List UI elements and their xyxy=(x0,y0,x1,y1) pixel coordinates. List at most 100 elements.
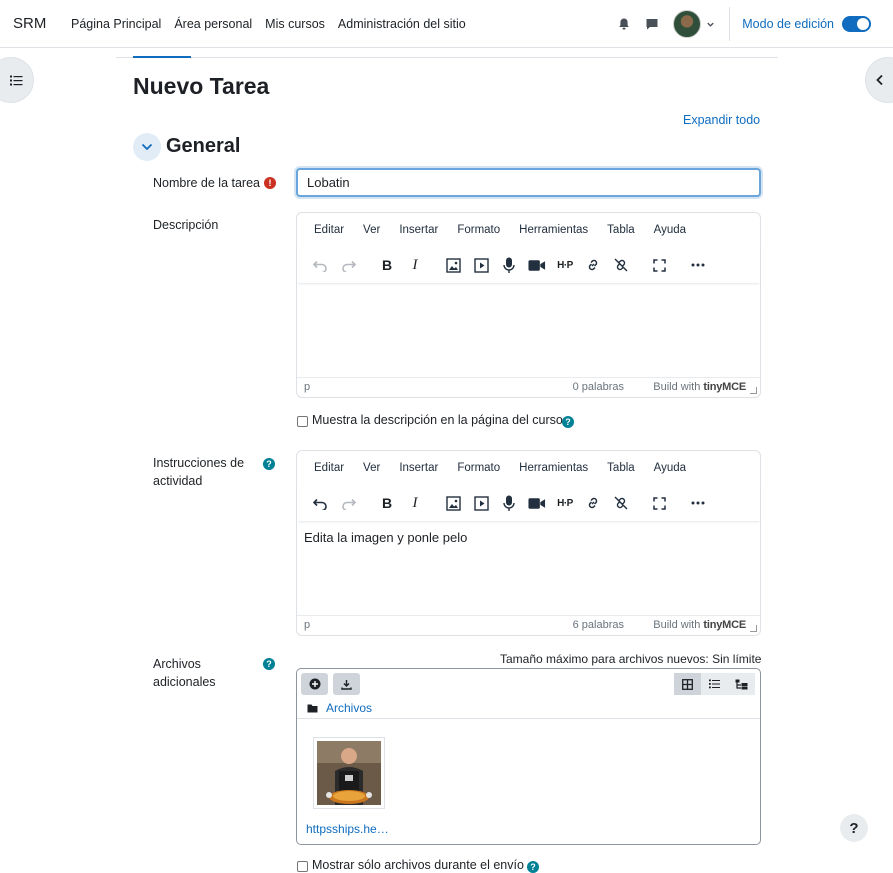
block-drawer-toggle[interactable] xyxy=(865,57,893,103)
media-icon[interactable] xyxy=(472,256,490,274)
instructions-label-line-1: Instrucciones de xyxy=(153,456,245,470)
list-icon xyxy=(9,75,23,86)
redo-icon[interactable] xyxy=(340,256,358,274)
edit-mode-toggle[interactable] xyxy=(842,16,871,32)
description-edit-area[interactable] xyxy=(297,283,760,377)
max-file-size: Tamaño máximo para archivos nuevos: Sin … xyxy=(500,652,762,666)
assignment-name-input[interactable] xyxy=(296,168,761,197)
link-icon[interactable] xyxy=(584,494,602,512)
bold-icon[interactable]: B xyxy=(378,256,396,274)
chevron-down-icon xyxy=(141,143,153,151)
site-brand[interactable]: SRM xyxy=(13,15,57,32)
nav-home[interactable]: Página Principal xyxy=(71,17,161,31)
files-label-line-2: adicionales xyxy=(153,675,216,689)
editor-toolbar: B I H·P xyxy=(297,247,760,283)
undo-icon[interactable] xyxy=(311,256,329,274)
show-description-checkbox[interactable] xyxy=(297,416,308,427)
video-camera-icon[interactable] xyxy=(528,494,546,512)
menu-tools[interactable]: Herramientas xyxy=(519,224,588,236)
help-icon[interactable]: ? xyxy=(263,458,275,470)
h5p-icon[interactable]: H·P xyxy=(556,494,574,512)
element-path[interactable]: p xyxy=(304,619,310,631)
microphone-icon[interactable] xyxy=(500,256,518,274)
file-thumbnail[interactable] xyxy=(313,737,385,809)
fullscreen-icon[interactable] xyxy=(650,256,668,274)
media-icon[interactable] xyxy=(472,494,490,512)
undo-icon[interactable] xyxy=(311,494,329,512)
description-label: Descripción xyxy=(153,218,219,232)
menu-insert[interactable]: Insertar xyxy=(399,462,438,474)
menu-edit[interactable]: Editar xyxy=(314,224,344,236)
unlink-icon[interactable] xyxy=(612,256,630,274)
tinymce-branding[interactable]: Build with tinyMCE xyxy=(653,619,746,631)
list-view-button[interactable] xyxy=(701,673,728,695)
nav-dashboard[interactable]: Área personal xyxy=(174,17,252,31)
nav-site-admin[interactable]: Administración del sitio xyxy=(338,17,466,31)
help-icon[interactable]: ? xyxy=(527,861,539,873)
icon-view-button[interactable] xyxy=(674,673,701,695)
editor-statusbar: p 0 palabras Build with tinyMCE xyxy=(297,377,760,397)
folder-link[interactable]: Archivos xyxy=(326,701,372,715)
microphone-icon[interactable] xyxy=(500,494,518,512)
instructions-edit-area[interactable]: Edita la imagen y ponle pelo xyxy=(297,521,760,615)
menu-format[interactable]: Formato xyxy=(457,462,500,474)
link-icon[interactable] xyxy=(584,256,602,274)
expand-all-link[interactable]: Expandir todo xyxy=(683,113,760,127)
video-camera-icon[interactable] xyxy=(528,256,546,274)
h5p-icon[interactable]: H·P xyxy=(556,256,574,274)
files-label-line-1: Archivos xyxy=(153,657,201,671)
bold-icon[interactable]: B xyxy=(378,494,396,512)
menu-view[interactable]: Ver xyxy=(363,462,380,474)
user-avatar[interactable] xyxy=(673,10,702,38)
menu-help[interactable]: Ayuda xyxy=(654,224,686,236)
menu-view[interactable]: Ver xyxy=(363,224,380,236)
redo-icon[interactable] xyxy=(340,494,358,512)
menu-table[interactable]: Tabla xyxy=(607,224,635,236)
nav-my-courses[interactable]: Mis cursos xyxy=(265,17,325,31)
chef-photo-icon xyxy=(317,741,381,805)
chat-icon[interactable] xyxy=(645,17,659,31)
course-index-toggle[interactable] xyxy=(0,57,34,103)
fullscreen-icon[interactable] xyxy=(650,494,668,512)
add-file-button[interactable] xyxy=(301,673,328,695)
italic-icon[interactable]: I xyxy=(406,494,424,512)
element-path[interactable]: p xyxy=(304,381,310,393)
menu-edit[interactable]: Editar xyxy=(314,462,344,474)
instructions-content: Edita la imagen y ponle pelo xyxy=(304,530,468,545)
more-icon[interactable] xyxy=(689,256,707,274)
more-icon[interactable] xyxy=(689,494,707,512)
floating-help-button[interactable]: ? xyxy=(840,814,868,842)
file-manager-path: Archivos xyxy=(307,701,372,715)
resize-handle[interactable] xyxy=(750,387,757,394)
tinymce-branding[interactable]: Build with tinyMCE xyxy=(653,381,746,393)
image-icon[interactable] xyxy=(444,494,462,512)
chevron-down-icon[interactable] xyxy=(706,20,715,29)
word-count[interactable]: 6 palabras xyxy=(573,619,624,631)
editor-statusbar: p 6 palabras Build with tinyMCE xyxy=(297,615,760,635)
menu-table[interactable]: Tabla xyxy=(607,462,635,474)
menu-insert[interactable]: Insertar xyxy=(399,224,438,236)
image-icon[interactable] xyxy=(444,256,462,274)
unlink-icon[interactable] xyxy=(612,494,630,512)
plus-circle-icon xyxy=(309,678,321,690)
name-label: Nombre de la tarea xyxy=(153,176,261,190)
italic-icon[interactable]: I xyxy=(406,256,424,274)
editor-menubar: Editar Ver Insertar Formato Herramientas… xyxy=(297,213,760,247)
tree-view-button[interactable] xyxy=(728,673,755,695)
editor-menubar: Editar Ver Insertar Formato Herramientas… xyxy=(297,451,760,485)
menu-help[interactable]: Ayuda xyxy=(654,462,686,474)
download-button[interactable] xyxy=(333,673,360,695)
folder-tree-icon xyxy=(735,679,748,690)
top-navbar: SRM Página Principal Área personal Mis c… xyxy=(0,0,893,48)
help-icon[interactable]: ? xyxy=(263,658,275,670)
help-icon[interactable]: ? xyxy=(562,416,574,428)
section-collapse-button[interactable] xyxy=(133,133,161,161)
word-count[interactable]: 0 palabras xyxy=(573,381,624,393)
file-name-link[interactable]: httpsships.he… xyxy=(306,822,389,836)
bell-icon[interactable] xyxy=(617,17,631,31)
navbar-right: Modo de edición xyxy=(617,0,893,48)
menu-format[interactable]: Formato xyxy=(457,224,500,236)
menu-tools[interactable]: Herramientas xyxy=(519,462,588,474)
resize-handle[interactable] xyxy=(750,625,757,632)
header-accent xyxy=(133,56,191,58)
